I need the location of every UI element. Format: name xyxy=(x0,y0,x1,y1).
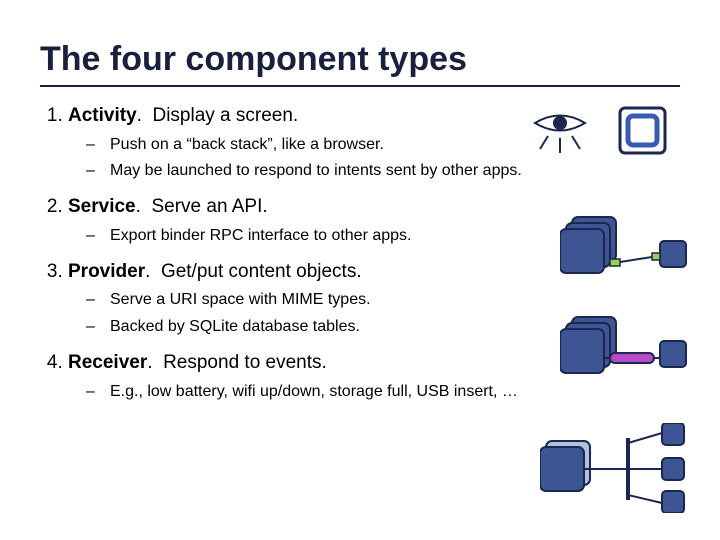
slide-title: The four component types xyxy=(40,40,680,79)
sub-list: Push on a “back stack”, like a browser. … xyxy=(68,135,540,183)
item-desc: Get/put content objects. xyxy=(161,261,362,282)
sub-item: Export binder RPC interface to other app… xyxy=(86,226,540,247)
item-term: Receiver xyxy=(68,352,147,373)
sub-item: Backed by SQLite database tables. xyxy=(86,317,540,338)
sub-item: May be launched to respond to intents se… xyxy=(86,161,540,182)
provider-icon xyxy=(560,313,710,393)
sub-list: Export binder RPC interface to other app… xyxy=(68,226,540,247)
icon-column xyxy=(540,103,680,414)
item-activity: Activity. Display a screen. Push on a “b… xyxy=(68,103,540,182)
item-head: Activity. Display a screen. xyxy=(68,105,298,126)
title-underline xyxy=(40,85,680,87)
item-service: Service. Serve an API. Export binder RPC… xyxy=(68,194,540,246)
item-desc: Serve an API. xyxy=(151,196,267,217)
item-head: Receiver. Respond to events. xyxy=(68,352,327,373)
item-desc: Respond to events. xyxy=(163,352,327,373)
content-row: Activity. Display a screen. Push on a “b… xyxy=(40,103,680,414)
item-provider: Provider. Get/put content objects. Serve… xyxy=(68,259,540,338)
item-term: Activity xyxy=(68,105,137,126)
receiver-icon xyxy=(540,423,710,513)
item-head: Provider. Get/put content objects. xyxy=(68,261,362,282)
sub-item: E.g., low battery, wifi up/down, storage… xyxy=(86,382,540,403)
activity-icon xyxy=(530,103,680,163)
item-term: Service xyxy=(68,196,136,217)
item-desc: Display a screen. xyxy=(152,105,298,126)
sub-item: Push on a “back stack”, like a browser. xyxy=(86,135,540,156)
item-receiver: Receiver. Respond to events. E.g., low b… xyxy=(68,350,540,402)
service-icon xyxy=(560,213,710,283)
sub-list: Serve a URI space with MIME types. Backe… xyxy=(68,290,540,338)
component-list: Activity. Display a screen. Push on a “b… xyxy=(40,103,540,402)
text-column: Activity. Display a screen. Push on a “b… xyxy=(40,103,540,414)
item-term: Provider xyxy=(68,261,145,282)
slide: The four component types Activity. Displ… xyxy=(0,0,720,540)
sub-item: Serve a URI space with MIME types. xyxy=(86,290,540,311)
sub-list: E.g., low battery, wifi up/down, storage… xyxy=(68,382,540,403)
item-head: Service. Serve an API. xyxy=(68,196,268,217)
